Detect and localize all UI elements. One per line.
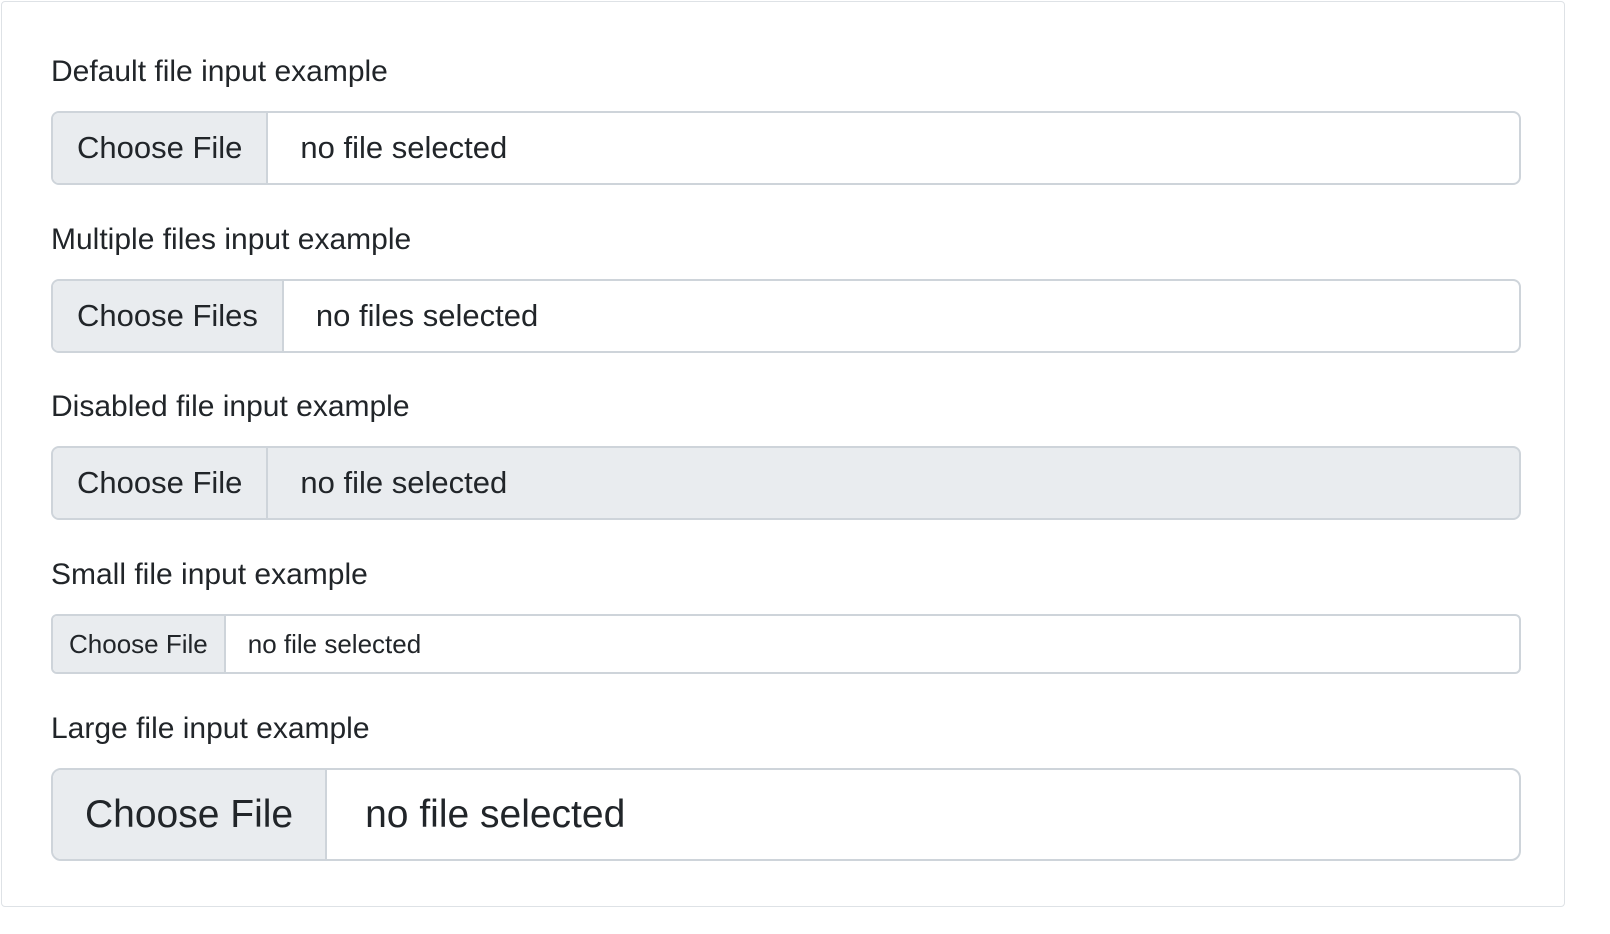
large-choose-file-button[interactable]: Choose File: [53, 770, 328, 859]
default-file-input[interactable]: Choose File no file selected: [51, 111, 1521, 185]
disabled-choose-file-button: Choose File: [53, 448, 269, 518]
large-file-input[interactable]: Choose File no file selected: [51, 768, 1521, 861]
large-file-status: no file selected: [365, 792, 626, 836]
default-choose-file-button[interactable]: Choose File: [53, 113, 269, 183]
small-file-input[interactable]: Choose File no file selected: [51, 614, 1521, 674]
small-file-label: Small file input example: [51, 558, 368, 591]
disabled-file-input: Choose File no file selected: [51, 446, 1521, 520]
multiple-files-input[interactable]: Choose Files no files selected: [51, 279, 1521, 353]
small-file-status: no file selected: [247, 628, 422, 659]
default-file-label: Default file input example: [51, 55, 388, 88]
form-card: Default file input example Choose File n…: [1, 1, 1565, 907]
large-file-label: Large file input example: [51, 712, 370, 745]
disabled-file-status: no file selected: [300, 465, 508, 500]
default-file-status: no file selected: [300, 130, 508, 165]
multiple-files-label: Multiple files input example: [51, 223, 412, 256]
disabled-file-label: Disabled file input example: [51, 390, 410, 423]
multiple-choose-files-button[interactable]: Choose Files: [53, 281, 284, 351]
small-choose-file-button[interactable]: Choose File: [53, 616, 226, 672]
multiple-files-status: no files selected: [315, 298, 539, 333]
